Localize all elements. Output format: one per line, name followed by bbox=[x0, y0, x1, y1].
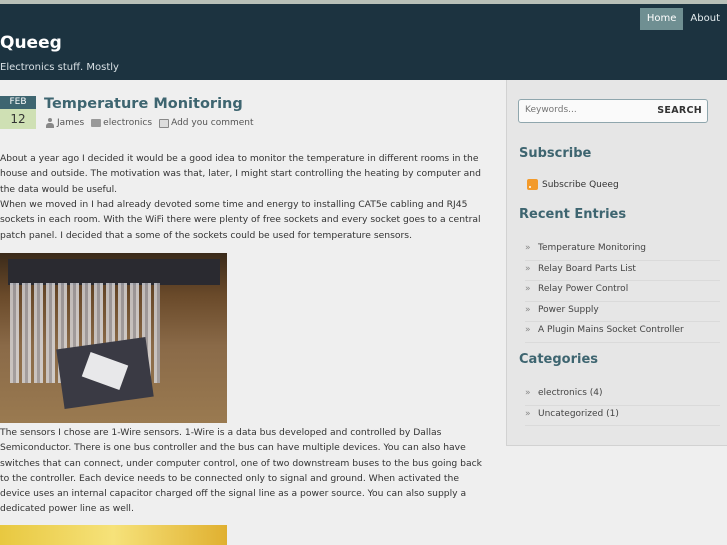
post-date-month: FEB bbox=[0, 96, 36, 109]
recent-entry[interactable]: Relay Power Control bbox=[525, 281, 720, 302]
patch-panel-photo[interactable] bbox=[0, 253, 227, 423]
categories-title: Categories bbox=[519, 352, 599, 367]
category-item[interactable]: electronics (4) bbox=[525, 385, 720, 406]
sidebar: SEARCH Subscribe Subscribe Queeg Recent … bbox=[506, 80, 727, 446]
post-paragraph-2: When we moved in I had already devoted s… bbox=[0, 199, 481, 241]
site-title[interactable]: Queeg bbox=[0, 33, 62, 53]
rss-icon bbox=[527, 179, 538, 190]
post: FEB 12 Temperature Monitoring James elec… bbox=[0, 80, 506, 545]
recent-entry[interactable]: Temperature Monitoring bbox=[525, 240, 720, 261]
add-comment-link[interactable]: Add you comment bbox=[171, 118, 253, 128]
post-date-day: 12 bbox=[0, 109, 36, 129]
main-nav: Home About bbox=[639, 8, 727, 30]
post-paragraph-1: About a year ago I decided it would be a… bbox=[0, 153, 481, 195]
recent-entry[interactable]: Power Supply bbox=[525, 302, 720, 322]
user-icon bbox=[45, 118, 55, 128]
comment-icon bbox=[159, 118, 170, 128]
site-description: Electronics stuff. Mostly bbox=[0, 62, 119, 73]
nav-about[interactable]: About bbox=[683, 8, 727, 30]
folder-icon bbox=[91, 119, 102, 127]
recent-entries-title: Recent Entries bbox=[519, 207, 627, 222]
post-category[interactable]: electronics bbox=[103, 118, 152, 128]
site-header: Queeg Electronics stuff. Mostly Home Abo… bbox=[0, 4, 727, 80]
post-meta: James electronics Add you comment bbox=[45, 118, 261, 128]
search-input[interactable] bbox=[525, 103, 645, 117]
post-paragraph-3: The sensors I chose are 1-Wire sensors. … bbox=[0, 427, 482, 515]
post-title[interactable]: Temperature Monitoring bbox=[44, 96, 243, 112]
search-box: SEARCH bbox=[518, 99, 708, 123]
recent-entry[interactable]: A Plugin Mains Socket Controller bbox=[525, 322, 720, 343]
category-item[interactable]: Uncategorized (1) bbox=[525, 406, 720, 426]
second-photo[interactable] bbox=[0, 525, 227, 545]
subscribe-title: Subscribe bbox=[519, 146, 592, 161]
post-date: FEB 12 bbox=[0, 96, 36, 129]
subscribe-link[interactable]: Subscribe Queeg bbox=[527, 179, 619, 190]
subscribe-link-label: Subscribe Queeg bbox=[542, 179, 619, 190]
categories-list: electronics (4) Uncategorized (1) bbox=[525, 385, 720, 426]
photo-patch-panel bbox=[8, 259, 220, 285]
search-button[interactable]: SEARCH bbox=[657, 105, 702, 116]
nav-home[interactable]: Home bbox=[639, 8, 684, 30]
recent-entries-list: Temperature Monitoring Relay Board Parts… bbox=[525, 240, 720, 343]
recent-entry[interactable]: Relay Board Parts List bbox=[525, 261, 720, 281]
post-author[interactable]: James bbox=[57, 118, 84, 128]
